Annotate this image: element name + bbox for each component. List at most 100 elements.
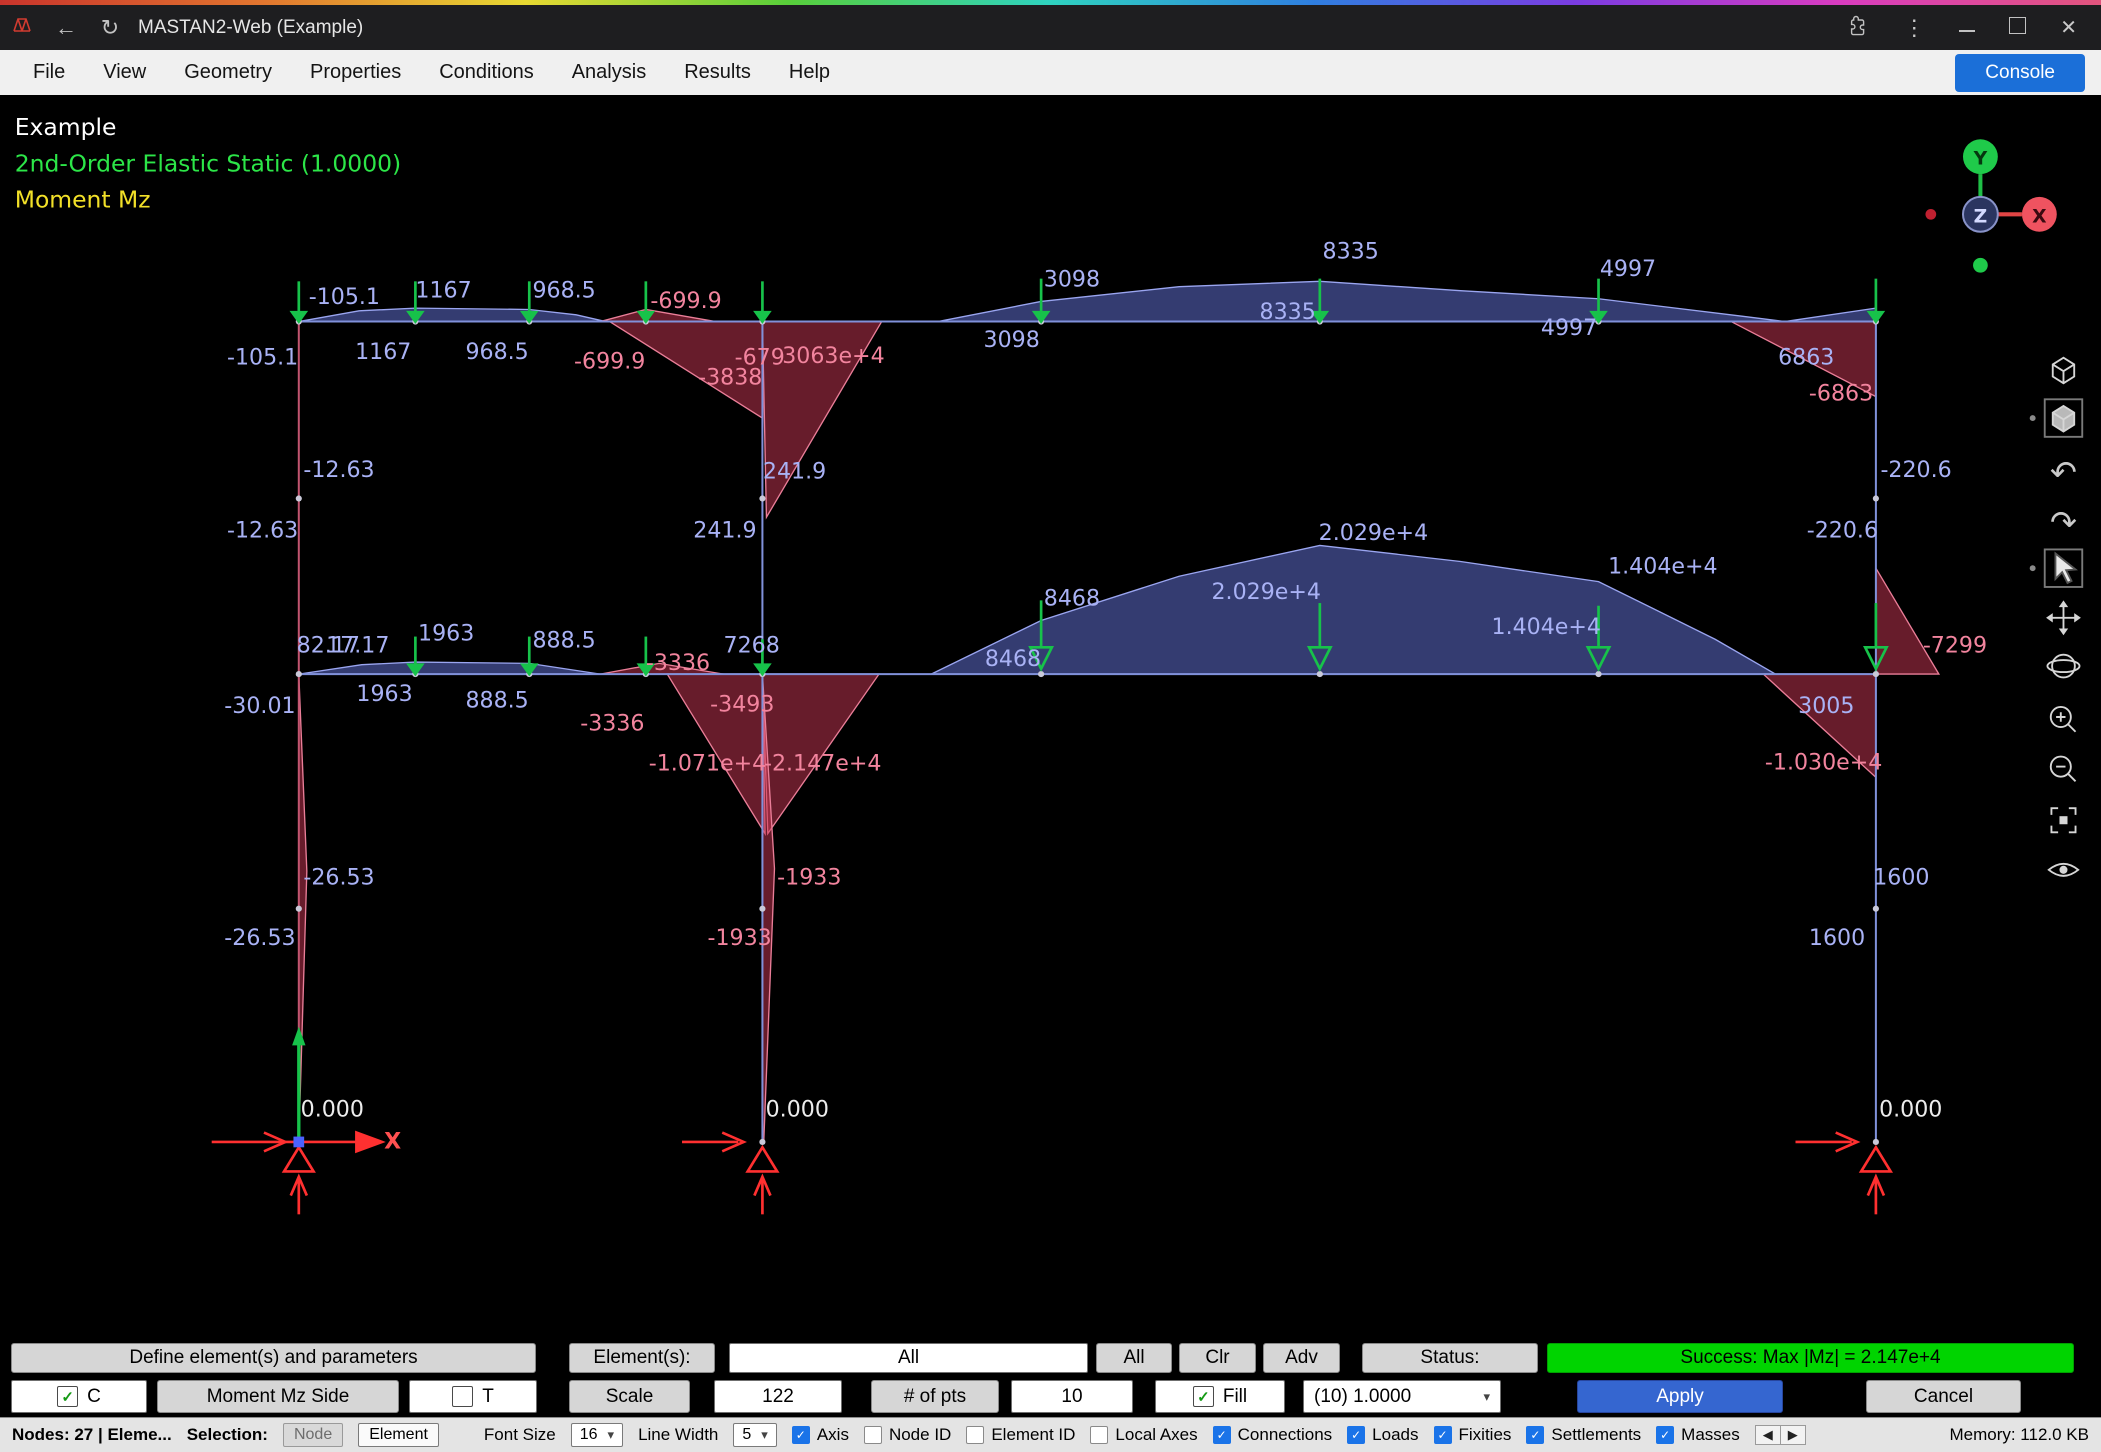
reload-icon[interactable]: ↻ bbox=[88, 15, 132, 41]
zoom-in-icon[interactable] bbox=[2051, 707, 2076, 732]
increment-dropdown[interactable]: (10) 1.0000 ▾ bbox=[1303, 1380, 1501, 1413]
selection-node-button[interactable]: Node bbox=[283, 1423, 343, 1447]
pager-left-icon[interactable]: ◀ bbox=[1756, 1426, 1780, 1444]
moment-label: 2.029e+4 bbox=[1319, 520, 1428, 546]
compression-side-cell[interactable]: ✓ C bbox=[11, 1380, 147, 1413]
toggle-fixities[interactable]: ✓Fixities bbox=[1434, 1425, 1512, 1445]
toggle-masses[interactable]: ✓Masses bbox=[1656, 1425, 1740, 1445]
frame-members bbox=[299, 322, 1876, 1142]
minimize-button[interactable] bbox=[1959, 19, 1975, 37]
toggle-settlements[interactable]: ✓Settlements bbox=[1526, 1425, 1641, 1445]
menu-file[interactable]: File bbox=[14, 61, 84, 84]
close-button[interactable]: ✕ bbox=[2060, 15, 2077, 40]
moment-label: 888.5 bbox=[532, 627, 595, 653]
scale-input-wrap bbox=[714, 1380, 842, 1413]
view-toolbar: ↶ ↷ bbox=[2030, 358, 2083, 876]
toggle-axis[interactable]: ✓ Axis bbox=[792, 1425, 849, 1445]
toggle-node-id[interactable]: Node ID bbox=[864, 1425, 951, 1445]
origin-axes bbox=[292, 1027, 305, 1148]
back-icon[interactable]: ← bbox=[44, 15, 88, 41]
moment-label: 3098 bbox=[984, 327, 1040, 353]
moment-label: -7299 bbox=[1923, 633, 1987, 659]
menu-results[interactable]: Results bbox=[665, 61, 770, 84]
checkbox[interactable] bbox=[1090, 1426, 1108, 1444]
apply-button[interactable]: Apply bbox=[1577, 1380, 1783, 1413]
checkbox[interactable]: ✓ bbox=[1526, 1426, 1544, 1444]
moment-label: -26.53 bbox=[224, 925, 295, 951]
zoom-out-icon[interactable] bbox=[2051, 757, 2076, 782]
moment-label: 8335 bbox=[1260, 299, 1316, 325]
checkbox[interactable]: ✓ bbox=[1434, 1426, 1452, 1444]
moment-side-button[interactable]: Moment Mz Side bbox=[157, 1380, 399, 1413]
menu-view[interactable]: View bbox=[84, 61, 165, 84]
parameters-row: ✓ C Moment Mz Side T Scale # of pts ✓ Fi… bbox=[0, 1377, 2101, 1417]
select-all-button[interactable]: All bbox=[1096, 1343, 1172, 1373]
tension-checkbox[interactable] bbox=[452, 1386, 473, 1407]
toggle-label: Axis bbox=[817, 1425, 849, 1445]
chevron-down-icon: ▾ bbox=[1483, 1389, 1490, 1405]
selection-element-button[interactable]: Element bbox=[358, 1423, 439, 1447]
checkbox[interactable]: ✓ bbox=[1213, 1426, 1231, 1444]
moment-label: -1933 bbox=[777, 865, 841, 891]
model-viewport[interactable]: Example 2nd-Order Elastic Static (1.0000… bbox=[0, 95, 2101, 1339]
moment-label: 4997 bbox=[1600, 256, 1656, 282]
line-width-select[interactable]: 5 ▾ bbox=[733, 1423, 776, 1447]
font-size-select[interactable]: 16 ▾ bbox=[571, 1423, 623, 1447]
num-points-input[interactable] bbox=[1012, 1380, 1132, 1413]
clear-button[interactable]: Clr bbox=[1179, 1343, 1256, 1373]
console-button[interactable]: Console bbox=[1955, 54, 2085, 92]
checkbox[interactable]: ✓ bbox=[792, 1426, 810, 1444]
tension-side-cell[interactable]: T bbox=[409, 1380, 537, 1413]
toggle-loads[interactable]: ✓Loads bbox=[1347, 1425, 1418, 1445]
menu-analysis[interactable]: Analysis bbox=[553, 61, 665, 84]
fill-checkbox[interactable]: ✓ bbox=[1193, 1386, 1214, 1407]
selection-label: Selection: bbox=[187, 1425, 268, 1445]
menu-kebab-icon[interactable]: ⋮ bbox=[1903, 15, 1925, 41]
checkbox[interactable] bbox=[966, 1426, 984, 1444]
moment-label: -105.1 bbox=[309, 284, 380, 310]
window-title: MASTAN2-Web (Example) bbox=[138, 17, 363, 39]
toggle-local-axes[interactable]: Local Axes bbox=[1090, 1425, 1197, 1445]
pan-move-icon[interactable] bbox=[2046, 600, 2081, 635]
moment-label: -12.63 bbox=[303, 457, 374, 483]
elements-input[interactable] bbox=[730, 1343, 1087, 1373]
moment-label: -1933 bbox=[708, 925, 772, 951]
menu-conditions[interactable]: Conditions bbox=[420, 61, 553, 84]
command-row: Define element(s) and parameters Element… bbox=[0, 1339, 2101, 1377]
undo-icon[interactable]: ↶ bbox=[2050, 454, 2077, 492]
orbit-rotate-icon[interactable] bbox=[2047, 655, 2079, 678]
checkbox[interactable] bbox=[864, 1426, 882, 1444]
toggle-label: Local Axes bbox=[1115, 1425, 1197, 1445]
menu-help[interactable]: Help bbox=[770, 61, 849, 84]
solid-view-icon[interactable] bbox=[2045, 399, 2083, 437]
status-label: Status: bbox=[1362, 1343, 1538, 1373]
toggle-connections[interactable]: ✓Connections bbox=[1213, 1425, 1333, 1445]
fill-cell[interactable]: ✓ Fill bbox=[1155, 1380, 1285, 1413]
cancel-button[interactable]: Cancel bbox=[1866, 1380, 2021, 1413]
model-name: Example bbox=[15, 113, 117, 141]
advanced-button[interactable]: Adv bbox=[1263, 1343, 1340, 1373]
select-cursor-icon[interactable] bbox=[2045, 549, 2083, 587]
node-markers bbox=[296, 318, 1879, 1145]
orientation-triad[interactable]: Y Z X bbox=[1925, 139, 2056, 272]
redo-icon[interactable]: ↷ bbox=[2050, 503, 2077, 541]
pager-right-icon[interactable]: ▶ bbox=[1780, 1426, 1805, 1444]
menu-properties[interactable]: Properties bbox=[291, 61, 420, 84]
wireframe-view-icon[interactable] bbox=[2053, 358, 2074, 383]
extensions-icon[interactable] bbox=[1847, 14, 1869, 41]
checkbox[interactable]: ✓ bbox=[1656, 1426, 1674, 1444]
increment-value: (10) 1.0000 bbox=[1314, 1386, 1411, 1408]
maximize-button[interactable] bbox=[2009, 17, 2026, 39]
define-elements-button[interactable]: Define element(s) and parameters bbox=[11, 1343, 536, 1373]
moment-label: 241.9 bbox=[693, 517, 756, 543]
visibility-eye-icon[interactable] bbox=[2049, 864, 2078, 876]
elements-input-wrap bbox=[729, 1343, 1088, 1373]
compression-checkbox[interactable]: ✓ bbox=[57, 1386, 78, 1407]
zoom-fit-icon[interactable] bbox=[2051, 808, 2075, 832]
scale-input[interactable] bbox=[715, 1380, 841, 1413]
moment-label: -6863 bbox=[1809, 381, 1873, 407]
menu-geometry[interactable]: Geometry bbox=[165, 61, 291, 84]
app-logo-icon bbox=[0, 15, 44, 41]
checkbox[interactable]: ✓ bbox=[1347, 1426, 1365, 1444]
toggle-element-id[interactable]: Element ID bbox=[966, 1425, 1075, 1445]
